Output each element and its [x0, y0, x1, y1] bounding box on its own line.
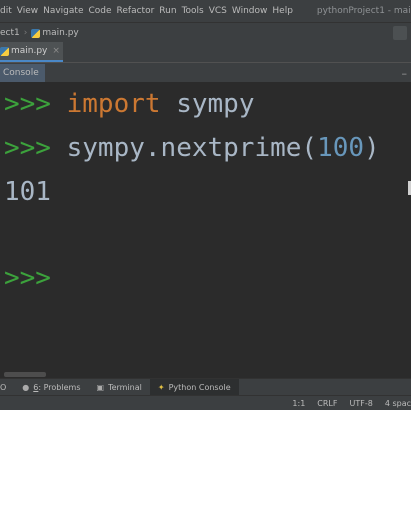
editor-tabs: main.py × — [0, 42, 411, 62]
line-separator[interactable]: CRLF — [317, 399, 337, 408]
python-icon: ✦ — [157, 383, 165, 392]
menu-view[interactable]: View — [17, 6, 38, 16]
caret-position[interactable]: 1:1 — [292, 399, 305, 408]
console-output: 101 — [4, 177, 51, 207]
python-console[interactable]: >>> import sympy >>> sympy.nextprime(100… — [0, 82, 411, 378]
console-prompt: >>> — [4, 89, 67, 119]
console-input-prompt[interactable]: >>> — [4, 263, 51, 293]
tab-main-py[interactable]: main.py × — [0, 42, 63, 62]
tool-window-bar: O ● 6: Problems ▣ Terminal ✦ Python Cons… — [0, 378, 411, 396]
menu-help[interactable]: Help — [272, 6, 293, 16]
indent-setting[interactable]: 4 spac — [385, 399, 411, 408]
close-icon[interactable]: × — [52, 46, 60, 56]
window-title: pythonProject1 - main.py — [316, 6, 411, 16]
breadcrumb-separator-icon: › — [23, 28, 28, 38]
console-line: >>> import sympy — [4, 89, 254, 119]
menu-refactor[interactable]: Refactor — [117, 6, 155, 16]
menu-code[interactable]: Code — [88, 6, 111, 16]
navigation-bar: ect1 › main.py — [0, 22, 411, 44]
python-console-label: Python Console — [168, 383, 231, 392]
code-text: sympy — [160, 89, 255, 119]
horizontal-scrollbar[interactable] — [4, 372, 46, 377]
console-tab[interactable]: Console — [0, 64, 45, 82]
problems-label: : Problems — [38, 383, 81, 392]
keyword-import: import — [66, 89, 161, 119]
breadcrumb-project[interactable]: ect1 — [0, 28, 20, 38]
file-encoding[interactable]: UTF-8 — [349, 399, 372, 408]
python-file-icon — [31, 28, 41, 38]
toolwindow-python-console[interactable]: ✦ Python Console — [149, 379, 239, 396]
menu-navigate[interactable]: Navigate — [43, 6, 83, 16]
toolwindow-todo[interactable]: O — [0, 379, 14, 396]
tool-window-header: Console – — [0, 62, 411, 83]
minimize-icon[interactable]: – — [402, 67, 408, 80]
toolwindow-terminal[interactable]: ▣ Terminal — [89, 379, 150, 396]
menu-bar: dit View Navigate Code Refactor Run Tool… — [0, 0, 411, 22]
menu-edit[interactable]: dit — [0, 6, 12, 16]
run-config-icon[interactable] — [393, 26, 407, 40]
python-file-icon — [0, 46, 9, 56]
menu-window[interactable]: Window — [232, 6, 268, 16]
code-text: sympy.nextprime( — [66, 133, 318, 163]
number-literal: 100 — [317, 133, 365, 163]
status-bar: 1:1 CRLF UTF-8 4 spac — [0, 395, 411, 410]
console-prompt: >>> — [4, 133, 67, 163]
terminal-icon: ▣ — [96, 383, 105, 392]
problems-icon: ● — [22, 383, 30, 392]
terminal-label: Terminal — [108, 383, 142, 392]
ide-window: dit View Navigate Code Refactor Run Tool… — [0, 0, 411, 410]
toolwindow-problems[interactable]: ● 6: Problems — [14, 379, 88, 396]
menu-vcs[interactable]: VCS — [209, 6, 227, 16]
menu-tools[interactable]: Tools — [182, 6, 204, 16]
tab-label: main.py — [11, 46, 48, 56]
breadcrumb-file[interactable]: main.py — [42, 28, 78, 38]
menu-run[interactable]: Run — [159, 6, 176, 16]
console-line: >>> sympy.nextprime(100) — [4, 133, 380, 163]
code-text: ) — [364, 133, 380, 163]
